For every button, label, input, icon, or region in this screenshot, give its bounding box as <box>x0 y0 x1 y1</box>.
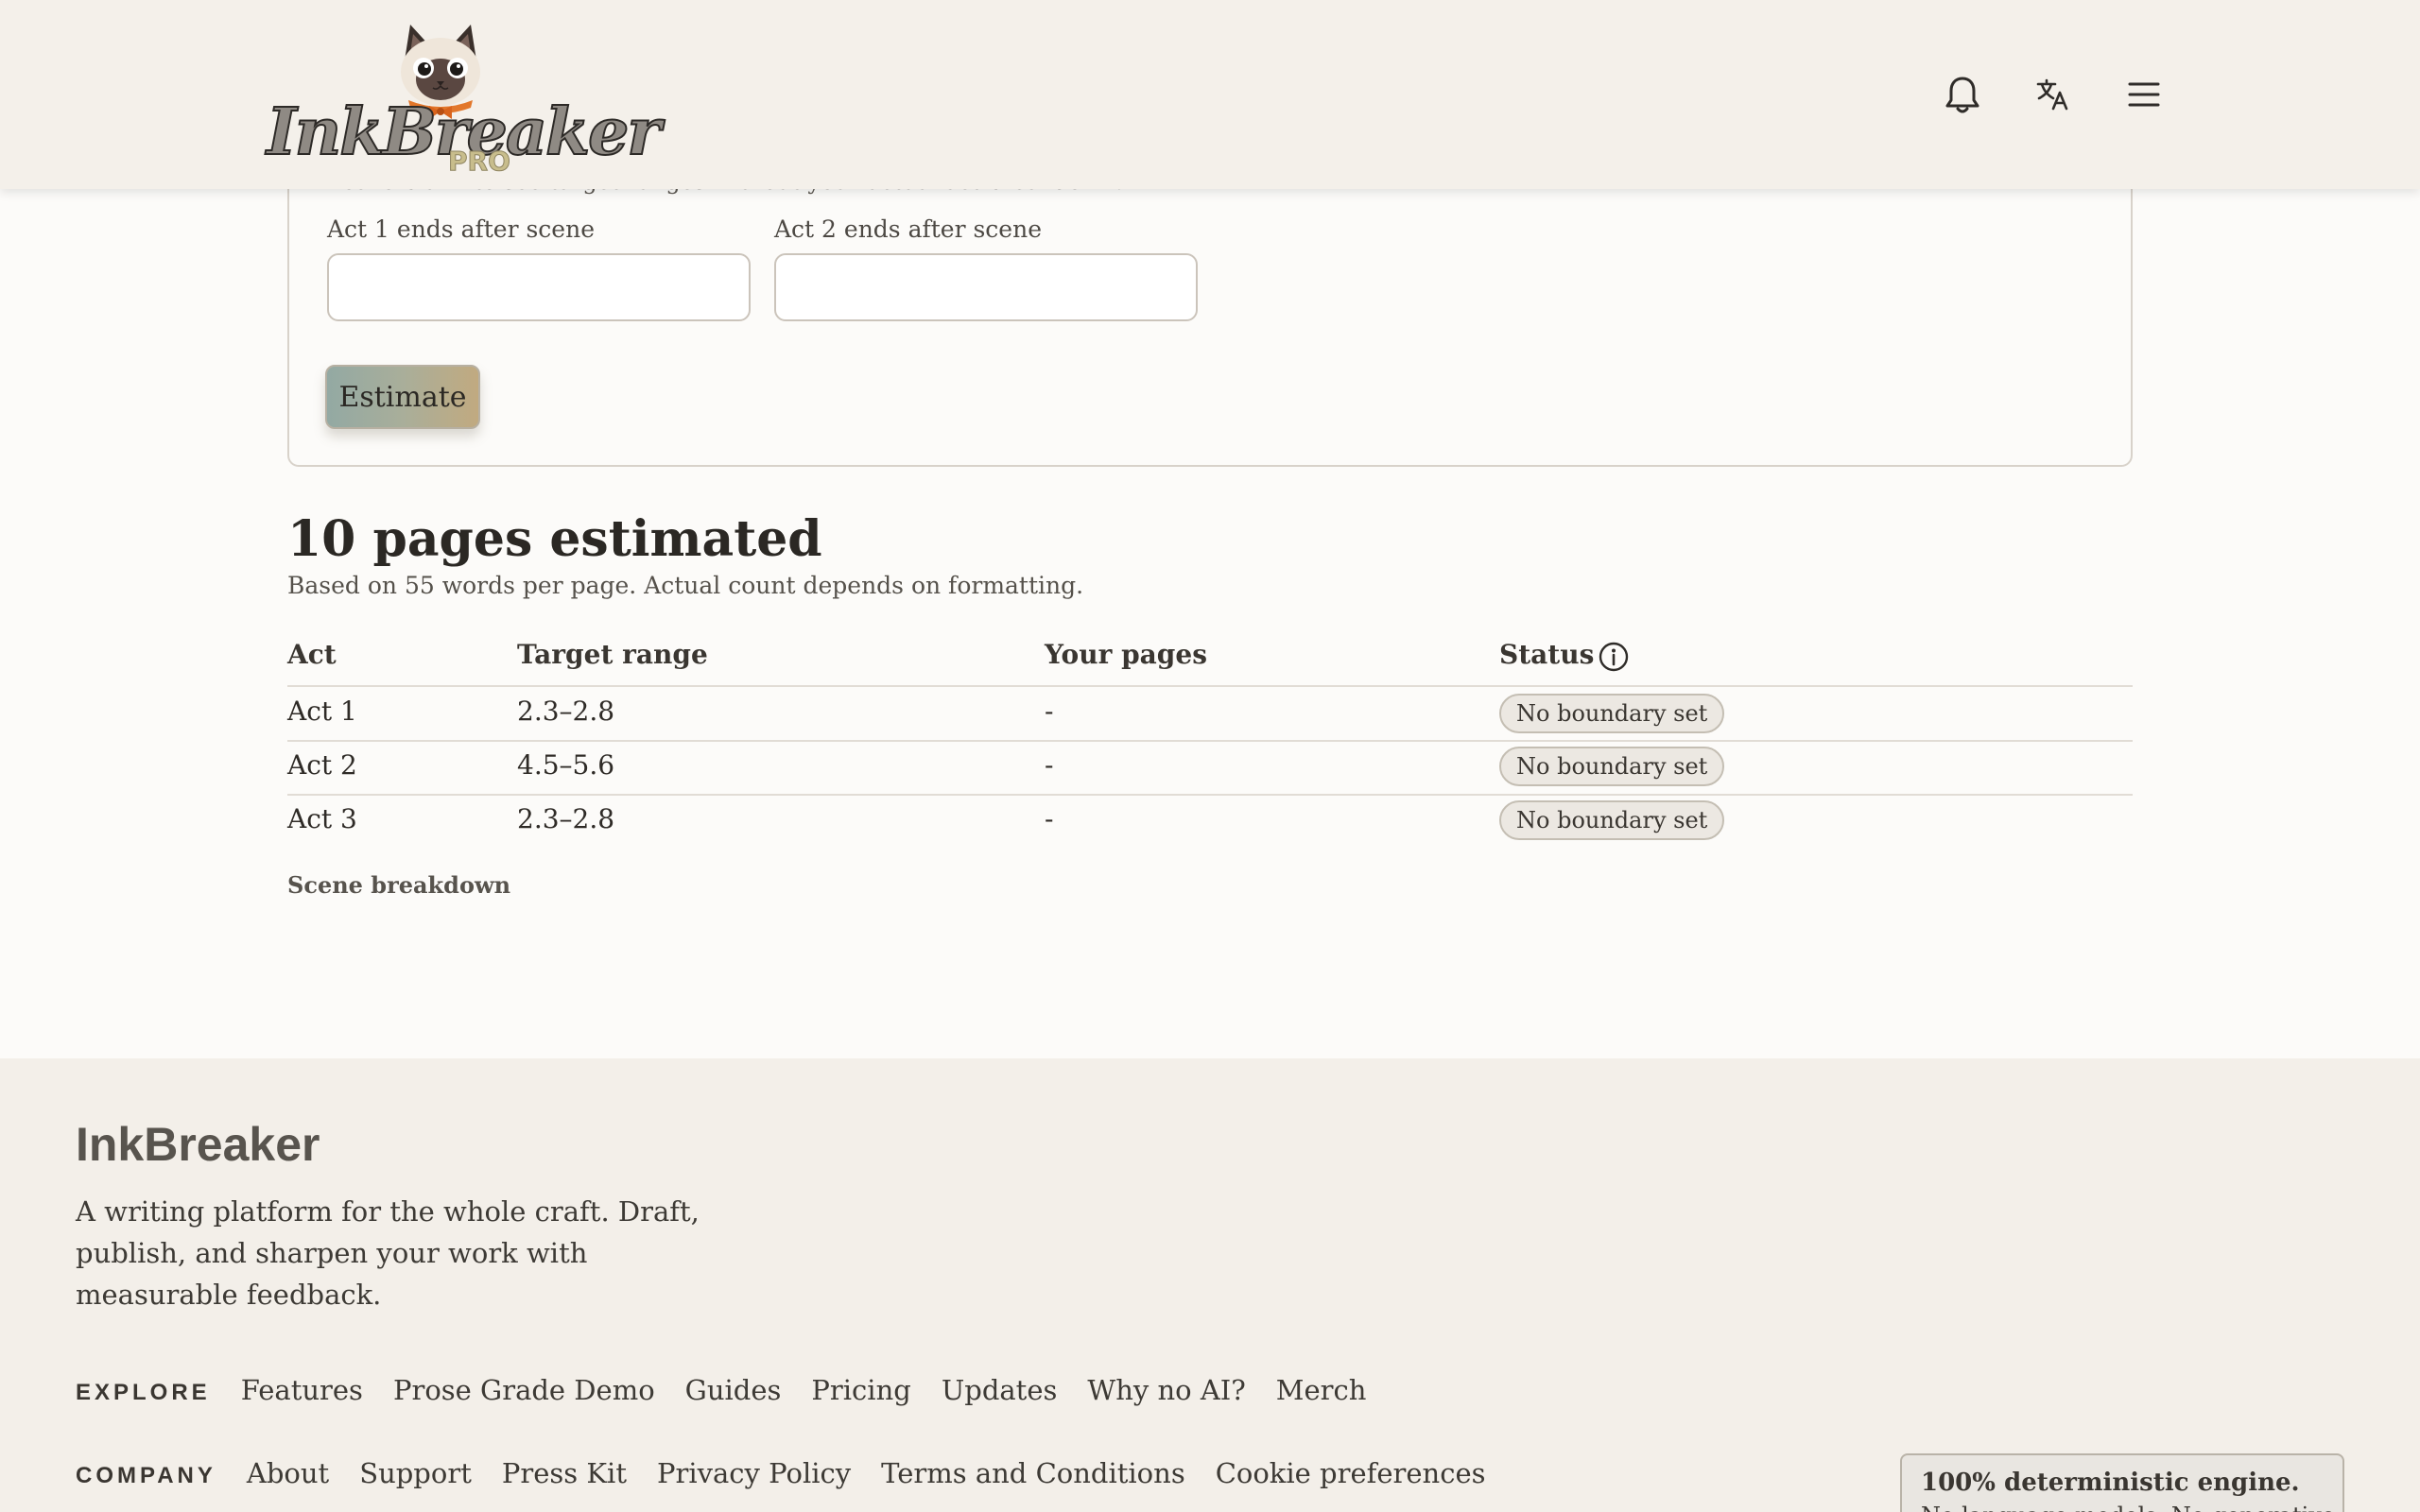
footer-company-heading: COMPANY <box>76 1463 216 1488</box>
footer-link-pricing[interactable]: Pricing <box>811 1374 910 1406</box>
status-badge: No boundary set <box>1499 747 1725 786</box>
cell-your-pages: - <box>1045 803 1054 834</box>
footer-link-about[interactable]: About <box>247 1457 329 1489</box>
hamburger-menu-icon <box>2128 82 2160 107</box>
notifications-button[interactable] <box>1936 68 1989 121</box>
footer-explore-nav: EXPLORE Features Prose Grade Demo Guides… <box>76 1374 1396 1406</box>
footer-link-privacy-policy[interactable]: Privacy Policy <box>657 1457 851 1489</box>
column-header-your-pages: Your pages <box>1045 639 1207 670</box>
footer-link-cookie-preferences[interactable]: Cookie preferences <box>1216 1457 1486 1489</box>
logo-pro-badge: PRO <box>448 146 511 178</box>
engine-notice-title: 100% deterministic engine. <box>1921 1469 2300 1497</box>
column-header-target-range: Target range <box>517 639 708 670</box>
footer-link-support[interactable]: Support <box>359 1457 472 1489</box>
cell-your-pages: - <box>1045 749 1054 781</box>
engine-notice-detail: No language models. No generative AI. <box>1921 1503 2342 1512</box>
cell-target-range: 2.3–2.8 <box>517 803 615 834</box>
deterministic-engine-notice: 100% deterministic engine. No language m… <box>1900 1453 2344 1512</box>
row-divider <box>287 740 2133 742</box>
act2-end-input[interactable] <box>774 253 1198 321</box>
bell-icon <box>1945 77 1979 113</box>
row-divider <box>287 685 2133 687</box>
cell-act: Act 3 <box>287 803 357 834</box>
results-title: 10 pages estimated <box>287 510 822 568</box>
row-divider <box>287 794 2133 796</box>
cell-target-range: 2.3–2.8 <box>517 696 615 727</box>
main-menu-button[interactable] <box>2118 68 2170 121</box>
language-button[interactable] <box>2027 68 2080 121</box>
column-header-status: Status <box>1499 639 1595 670</box>
footer-link-press-kit[interactable]: Press Kit <box>502 1457 627 1489</box>
act1-label: Act 1 ends after scene <box>327 215 595 243</box>
translate-icon <box>2036 78 2068 111</box>
footer-description: A writing platform for the whole craft. … <box>76 1195 700 1311</box>
footer-link-merch[interactable]: Merch <box>1276 1374 1367 1406</box>
inkbreaker-logo[interactable]: InkBreaker PRO <box>263 19 662 178</box>
estimate-button[interactable]: Estimate <box>325 365 480 429</box>
column-header-act: Act <box>287 639 337 670</box>
site-header: InkBreaker PRO <box>0 0 2420 189</box>
info-icon <box>1599 642 1629 672</box>
cell-act: Act 2 <box>287 749 357 781</box>
footer-brand: InkBreaker <box>76 1118 320 1171</box>
act1-end-input[interactable] <box>327 253 751 321</box>
results-subtitle: Based on 55 words per page. Actual count… <box>287 572 1084 599</box>
footer-link-updates[interactable]: Updates <box>942 1374 1058 1406</box>
cell-act: Act 1 <box>287 696 357 727</box>
status-info-button[interactable] <box>1598 641 1630 673</box>
footer-company-nav: COMPANY About Support Press Kit Privacy … <box>76 1457 1516 1489</box>
footer-link-prose-grade-demo[interactable]: Prose Grade Demo <box>393 1374 655 1406</box>
status-badge: No boundary set <box>1499 694 1725 733</box>
cell-target-range: 4.5–5.6 <box>517 749 615 781</box>
cell-your-pages: - <box>1045 696 1054 727</box>
scene-breakdown-toggle[interactable]: Scene breakdown <box>287 871 510 899</box>
footer-link-guides[interactable]: Guides <box>685 1374 782 1406</box>
footer-link-terms-and-conditions[interactable]: Terms and Conditions <box>881 1457 1185 1489</box>
footer-link-why-no-ai[interactable]: Why no AI? <box>1087 1374 1245 1406</box>
footer-explore-heading: EXPLORE <box>76 1380 211 1405</box>
footer-link-features[interactable]: Features <box>241 1374 363 1406</box>
act2-label: Act 2 ends after scene <box>774 215 1042 243</box>
status-badge: No boundary set <box>1499 800 1725 840</box>
